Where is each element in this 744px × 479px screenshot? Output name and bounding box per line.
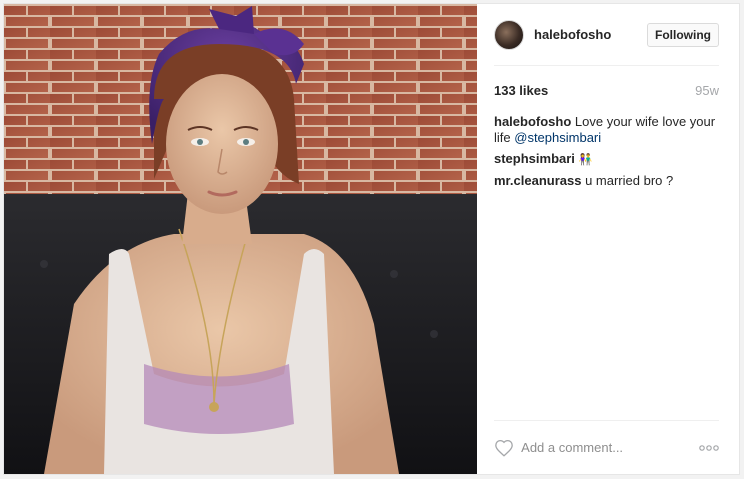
add-comment-input[interactable] xyxy=(521,440,698,455)
post-stats: 133 likes 95w xyxy=(494,66,719,114)
comment-author-link[interactable]: mr.cleanurass xyxy=(494,173,581,188)
comment-text: u married bro ? xyxy=(585,173,674,188)
comment-item: mr.cleanurass u married bro ? xyxy=(494,173,719,189)
caption-author-link[interactable]: halebofosho xyxy=(494,114,571,129)
comments-list: halebofosho Love your wife love your lif… xyxy=(494,114,719,420)
comment-bar xyxy=(494,420,719,474)
caption-mention-link[interactable]: @stephsimbari xyxy=(514,130,601,145)
more-options-icon-glyph xyxy=(699,444,719,451)
photo-illustration xyxy=(4,4,477,474)
post-card: halebofosho Following 133 likes 95w hale… xyxy=(3,3,740,475)
caption: halebofosho Love your wife love your lif… xyxy=(494,114,719,146)
post-age[interactable]: 95w xyxy=(695,83,719,98)
post-header: halebofosho Following xyxy=(494,4,719,66)
heart-outline-icon[interactable] xyxy=(494,436,514,460)
author-avatar[interactable] xyxy=(494,19,524,50)
following-button[interactable]: Following xyxy=(647,22,719,47)
comment-author-link[interactable]: stephsimbari xyxy=(494,151,575,166)
comment-item: stephsimbari 👫 xyxy=(494,151,719,168)
post-details-panel: halebofosho Following 133 likes 95w hale… xyxy=(477,4,739,474)
more-options-icon[interactable] xyxy=(697,438,719,458)
likes-count[interactable]: 133 likes xyxy=(494,83,548,98)
comment-text: 👫 xyxy=(578,154,593,166)
heart-outline-icon-glyph xyxy=(495,439,513,457)
author-username-link[interactable]: halebofosho xyxy=(534,27,647,42)
post-photo[interactable] xyxy=(4,4,477,474)
